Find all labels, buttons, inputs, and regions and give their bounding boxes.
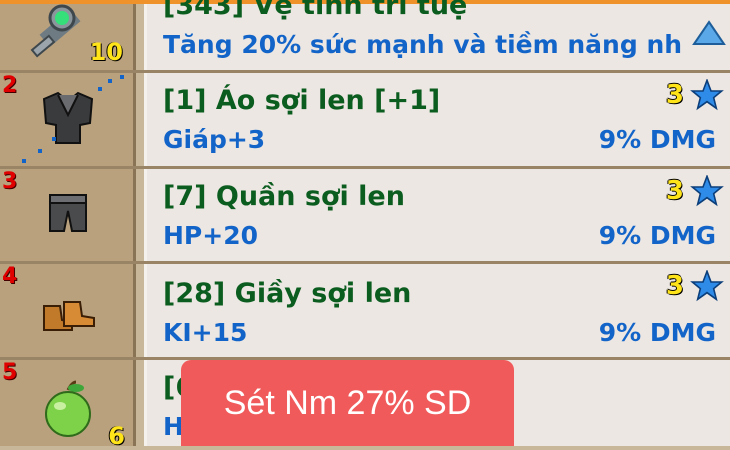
star-level: 3 [665,80,684,110]
item-stat: Giáp+3 [163,125,266,154]
item-slot-4[interactable]: 4 [0,264,136,357]
star-icon [690,175,724,207]
star-rating: 3 [666,175,724,207]
item-name: [7] Quần sợi len [163,181,405,212]
item-stat: Tăng 20% sức mạnh và tiềm năng nh [163,30,683,59]
item-slot-2[interactable]: 2 [0,73,136,166]
star-rating: 3 [666,79,724,111]
item-slot-5[interactable]: 5 6 [0,360,136,450]
star-level: 3 [665,176,684,206]
slot-number: 4 [2,264,18,289]
item-stat: KI+15 [163,318,248,347]
item-slot-3[interactable]: 3 [0,169,136,261]
item-damage: 9% DMG [598,318,716,347]
green-apple-icon [45,380,91,437]
item-quantity: 10 [89,38,123,66]
item-slot-1[interactable]: 10 [0,4,136,70]
satellite-icon [30,4,81,58]
item-stat: HP+20 [163,221,258,250]
item-damage: 9% DMG [598,221,716,250]
scroll-up-icon[interactable] [692,20,726,46]
wool-boots-icon [43,301,95,331]
star-level: 3 [665,271,684,301]
star-icon [690,79,724,111]
notification-toast: Sét Nm 27% SD [181,360,514,446]
item-damage: 9% DMG [598,125,716,154]
wool-pants-icon [49,194,87,232]
item-row-3[interactable]: [7] Quần sợi len HP+20 9% DMG 3 [144,169,730,261]
slot-number: 5 [2,360,18,385]
star-icon [690,270,724,302]
item-row-1[interactable]: [343] Vệ tinh trí tuệ Tăng 20% sức mạnh … [144,0,730,70]
item-name: [343] Vệ tinh trí tuệ [163,0,468,21]
item-row-4[interactable]: [28] Giầy sợi len KI+15 9% DMG 3 [144,264,730,357]
slot-number: 3 [2,169,18,194]
item-name: [28] Giầy sợi len [163,278,412,309]
selection-dots [22,75,124,163]
star-rating: 3 [666,270,724,302]
item-row-2[interactable]: [1] Áo sợi len [+1] Giáp+3 9% DMG 3 [144,73,730,166]
item-name: [1] Áo sợi len [+1] [163,85,441,116]
